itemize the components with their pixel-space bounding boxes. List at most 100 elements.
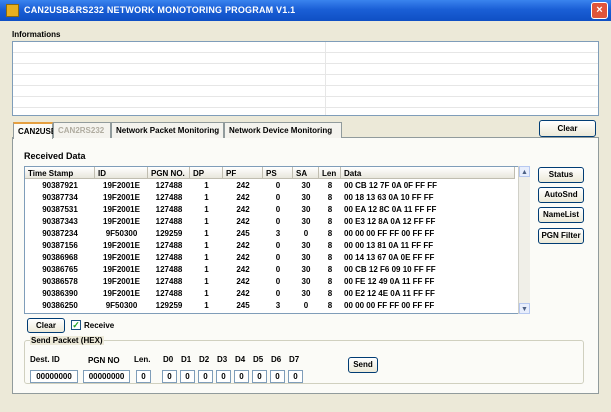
table-cell: 242: [236, 193, 250, 202]
namelist-button[interactable]: NameList: [538, 207, 584, 223]
pgn-filter-button[interactable]: PGN Filter: [538, 228, 584, 244]
autosnd-button[interactable]: AutoSnd: [538, 187, 584, 203]
table-row[interactable]: 90387734 19F2001E 127488 1 242 0 30 8 00 18 13 6…: [25, 192, 515, 203]
table-cell: 129259: [155, 229, 183, 238]
byte-input-d6[interactable]: 0: [270, 370, 285, 383]
table-cell: 1: [204, 265, 209, 274]
table-cell: 00 00 00 FF FF 00 FF FF: [344, 301, 435, 310]
table-cell: 90387234: [42, 229, 78, 238]
table-cell: 00 E3 12 8A 0A 12 FF FF: [344, 217, 436, 226]
tab-can2rs232: CAN2RS232: [53, 122, 111, 138]
column-header[interactable]: Len: [319, 167, 341, 179]
column-header[interactable]: Time Stamp: [25, 167, 95, 179]
table-cell: 129259: [155, 301, 183, 310]
clear-received-button[interactable]: Clear: [27, 318, 65, 333]
table-row[interactable]: 90386250 9F50300 129259 1 245 3 0 8 00 00 00 FF …: [25, 300, 515, 311]
table-cell: 0: [275, 241, 281, 250]
dest-id-input[interactable]: 00000000: [30, 370, 78, 383]
receive-checkbox[interactable]: ✓: [71, 320, 81, 330]
table-cell: 127488: [155, 193, 183, 202]
table-cell: 242: [236, 205, 250, 214]
column-header[interactable]: PS: [263, 167, 293, 179]
table-cell: 8: [327, 217, 333, 226]
len-input[interactable]: 0: [136, 370, 151, 383]
table-cell: 8: [327, 241, 333, 250]
byte-label-d3: D3: [217, 355, 228, 364]
table-cell: 19F2001E: [103, 289, 140, 298]
table-cell: 30: [301, 241, 311, 250]
received-data-grid[interactable]: Time Stamp ID PGN NO. DP PF PS SA Len Data 90387…: [24, 166, 529, 314]
table-cell: 8: [327, 193, 333, 202]
column-header[interactable]: DP: [190, 167, 223, 179]
table-cell: 0: [275, 253, 281, 262]
table-row[interactable]: 90386765 19F2001E 127488 1 242 0 30 8 00 CB 12 F…: [25, 264, 515, 275]
receive-label: Receive: [84, 321, 115, 330]
title-bar: CAN2USB&RS232 NETWORK MONOTORING PROGRAM…: [0, 0, 611, 21]
table-row[interactable]: 90387343 19F2001E 127488 1 242 0 30 8 00 E3 12 8…: [25, 216, 515, 227]
table-cell: 0: [275, 193, 281, 202]
table-cell: 90387734: [42, 193, 78, 202]
byte-input-d1[interactable]: 0: [180, 370, 195, 383]
table-cell: 127488: [155, 265, 183, 274]
scroll-down-icon[interactable]: ▼: [519, 303, 530, 314]
table-cell: 19F2001E: [103, 217, 140, 226]
column-header[interactable]: PF: [223, 167, 263, 179]
table-row[interactable]: 90387921 19F2001E 127488 1 242 0 30 8 00 CB 12 7…: [25, 180, 515, 191]
table-cell: 8: [327, 265, 333, 274]
table-cell: 8: [327, 229, 333, 238]
table-row[interactable]: 90386390 19F2001E 127488 1 242 0 30 8 00 E2 12 4…: [25, 288, 515, 299]
byte-input-d7[interactable]: 0: [288, 370, 303, 383]
byte-label-d7: D7: [289, 355, 300, 364]
tab-network-device-monitoring[interactable]: Network Device Monitoring: [224, 122, 342, 138]
table-row[interactable]: 90386968 19F2001E 127488 1 242 0 30 8 00 14 13 6…: [25, 252, 515, 263]
byte-input-d4[interactable]: 0: [234, 370, 249, 383]
table-cell: 90386390: [42, 289, 78, 298]
table-cell: 127488: [155, 217, 183, 226]
column-header[interactable]: PGN NO.: [148, 167, 190, 179]
send-button[interactable]: Send: [348, 357, 378, 373]
column-header[interactable]: SA: [293, 167, 319, 179]
byte-input-d0[interactable]: 0: [162, 370, 177, 383]
table-row[interactable]: 90387531 19F2001E 127488 1 242 0 30 8 00 EA 12 8…: [25, 204, 515, 215]
pgn-no-input[interactable]: 00000000: [83, 370, 130, 383]
table-cell: 1: [204, 229, 209, 238]
table-row[interactable]: 90387234 9F50300 129259 1 245 3 0 8 00 00 00 FF …: [25, 228, 515, 239]
scroll-up-icon[interactable]: ▲: [519, 166, 530, 177]
table-cell: 3: [275, 301, 281, 310]
table-cell: 1: [204, 193, 209, 202]
dest-id-label: Dest. ID: [30, 355, 60, 364]
table-cell: 9F50300: [105, 301, 138, 310]
table-cell: 1: [204, 181, 209, 190]
table-row[interactable]: 90387156 19F2001E 127488 1 242 0 30 8 00 00 13 8…: [25, 240, 515, 251]
table-cell: 19F2001E: [103, 181, 140, 190]
byte-input-d3[interactable]: 0: [216, 370, 231, 383]
byte-input-d2[interactable]: 0: [198, 370, 213, 383]
table-row[interactable]: 90386578 19F2001E 127488 1 242 0 30 8 00 FE 12 4…: [25, 276, 515, 287]
table-cell: 1: [204, 301, 209, 310]
table-cell: 3: [275, 229, 281, 238]
table-cell: 242: [236, 253, 250, 262]
table-cell: 30: [301, 277, 311, 286]
table-cell: 0: [275, 277, 281, 286]
grid-header: Time Stamp ID PGN NO. DP PF PS SA Len Data: [25, 167, 528, 179]
len-label: Len.: [134, 355, 151, 364]
table-cell: 242: [236, 277, 250, 286]
clear-info-button[interactable]: Clear: [539, 120, 596, 137]
tab-can2usb[interactable]: CAN2USB: [13, 122, 57, 139]
status-button[interactable]: Status: [538, 167, 584, 183]
byte-input-d5[interactable]: 0: [252, 370, 267, 383]
table-cell: 19F2001E: [103, 205, 140, 214]
tab-network-packet-monitoring[interactable]: Network Packet Monitoring: [111, 122, 224, 138]
byte-label-d5: D5: [253, 355, 264, 364]
table-cell: 1: [204, 217, 209, 226]
grid-scrollbar[interactable]: ▲ ▼: [518, 166, 530, 314]
table-cell: 00 00 00 FF FF 00 FF FF: [344, 229, 435, 238]
close-button[interactable]: ×: [591, 2, 608, 19]
table-cell: 0: [275, 289, 281, 298]
table-cell: 1: [204, 289, 209, 298]
column-header[interactable]: ID: [95, 167, 148, 179]
table-cell: 245: [236, 301, 250, 310]
column-header[interactable]: Data: [341, 167, 515, 179]
table-cell: 30: [301, 265, 311, 274]
table-cell: 90386578: [42, 277, 78, 286]
